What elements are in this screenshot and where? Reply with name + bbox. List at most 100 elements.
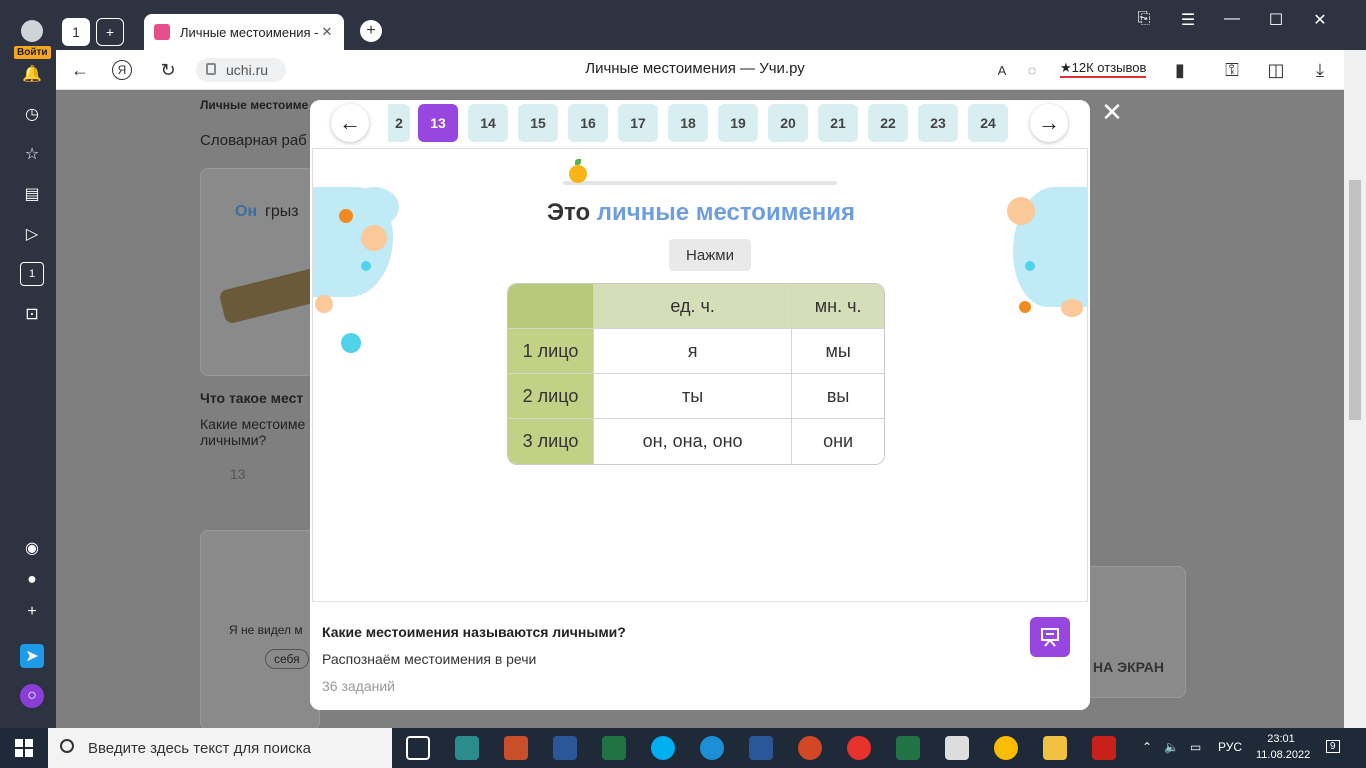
task-number[interactable]: 18 (668, 104, 708, 142)
snippet-text: Я не видел м (229, 623, 303, 637)
prev-arrow-button[interactable]: ← (331, 104, 369, 142)
task-number[interactable]: 17 (618, 104, 658, 142)
task-number[interactable]: 14 (468, 104, 508, 142)
table-cell: я (594, 329, 793, 374)
language-indicator[interactable]: РУС (1218, 740, 1242, 754)
row-header: 2 лицо (508, 374, 594, 419)
menu-icon[interactable]: ☰ (1178, 10, 1198, 30)
task-view-icon[interactable] (406, 736, 430, 760)
screen-button[interactable]: НА ЭКРАН (1093, 659, 1164, 675)
new-folder-icon[interactable]: + (96, 18, 124, 46)
url-field[interactable]: uchi.ru (196, 58, 286, 82)
task-modal: ← 2 13 14 15 16 17 18 19 20 21 22 23 24 … (310, 100, 1090, 710)
reload-icon[interactable]: ↻ (156, 58, 180, 82)
extensions-icon[interactable]: ◫ (1264, 58, 1288, 82)
new-tab-button[interactable]: + (360, 20, 382, 42)
avatar (21, 20, 43, 42)
table-cell: ты (594, 374, 793, 419)
key-icon[interactable]: ⚿ (1220, 58, 1244, 82)
powerpoint-icon[interactable] (798, 736, 822, 760)
task-number[interactable]: 19 (718, 104, 758, 142)
card-rest: грыз (265, 203, 299, 220)
login-button[interactable]: Войти (14, 20, 51, 60)
translate-icon[interactable]: A (990, 58, 1014, 82)
lesson-count: 36 заданий (322, 678, 395, 694)
task-number[interactable]: 22 (868, 104, 908, 142)
yandex-icon[interactable]: Я (112, 60, 132, 80)
counter-icon[interactable]: 1 (20, 262, 44, 286)
download-icon[interactable]: ⤓ (1308, 58, 1332, 82)
present-button[interactable] (1030, 617, 1070, 657)
windows-icon (15, 739, 33, 757)
hint-button[interactable]: Нажми (669, 239, 751, 271)
heading-plain: Это (546, 199, 591, 226)
word-chip[interactable]: себя (265, 649, 309, 669)
close-window-icon[interactable]: ✕ (1310, 10, 1330, 30)
cyan-dot (341, 333, 361, 353)
start-button[interactable] (0, 728, 48, 768)
skype-icon[interactable] (651, 736, 675, 760)
bookmark-icon[interactable]: ▮ (1168, 58, 1192, 82)
task-number[interactable]: 16 (568, 104, 608, 142)
peach-dot (361, 225, 387, 251)
taskbar-search[interactable]: Введите здесь текст для поиска (48, 728, 392, 768)
task-number[interactable]: 15 (518, 104, 558, 142)
word-icon[interactable] (553, 736, 577, 760)
messenger-icon[interactable]: ➤ (20, 644, 44, 668)
task-number[interactable]: 23 (918, 104, 958, 142)
star-icon[interactable]: ☆ (20, 142, 44, 166)
lesson-card[interactable]: Он грыз (200, 168, 324, 376)
cyan-dot (361, 261, 371, 271)
task-number[interactable]: 21 (818, 104, 858, 142)
task-number-active[interactable]: 13 (418, 104, 458, 142)
app-icon[interactable] (455, 736, 479, 760)
collections-icon[interactable]: ▤ (20, 182, 44, 206)
home-icon[interactable]: 1 (62, 18, 90, 46)
minimize-icon[interactable]: — (1222, 10, 1242, 28)
acrobat-icon[interactable] (1092, 736, 1116, 760)
notifications-icon[interactable]: 9 (1326, 740, 1340, 753)
app-icon[interactable] (504, 736, 528, 760)
next-arrow-button[interactable]: → (1030, 104, 1068, 142)
task-number[interactable]: 2 (388, 104, 410, 142)
screenshot-icon[interactable]: ⊡ (20, 302, 44, 326)
excel-icon[interactable] (896, 736, 920, 760)
chrome-icon[interactable] (994, 736, 1018, 760)
lesson-footer: Какие местоимения называются личными? Ра… (310, 604, 1090, 710)
task-heading: Это личные местоимения (313, 199, 1087, 227)
app-icon[interactable]: ● (20, 568, 44, 592)
breadcrumb: Личные местоиме (200, 98, 309, 112)
play-icon[interactable]: ▷ (20, 222, 44, 246)
maximize-icon[interactable]: ☐ (1266, 10, 1286, 30)
close-modal-icon[interactable]: ✕ (1100, 99, 1124, 125)
history-icon[interactable]: ◷ (20, 102, 44, 126)
battery-icon[interactable]: ▭ (1190, 740, 1201, 754)
back-icon[interactable]: ← (68, 58, 92, 82)
lesson-card-2[interactable]: Я не видел м себя (200, 530, 320, 728)
home-badge: 1 (72, 24, 80, 40)
word-icon[interactable] (749, 736, 773, 760)
calculator-icon[interactable] (945, 736, 969, 760)
tab-close-icon[interactable]: ✕ (320, 24, 334, 40)
task-number[interactable]: 20 (768, 104, 808, 142)
camera-app-icon[interactable]: ◉ (20, 536, 44, 560)
folder-icon[interactable] (1043, 736, 1067, 760)
scrollbar-thumb[interactable] (1349, 180, 1361, 420)
tab-active[interactable]: Личные местоимения - ✕ (144, 14, 344, 50)
excel-icon[interactable] (602, 736, 626, 760)
task-number[interactable]: 24 (968, 104, 1008, 142)
volume-icon[interactable]: 🔈 (1164, 740, 1179, 754)
bookmarks-icon[interactable]: ⎘ (1134, 10, 1154, 28)
orange-dot (1019, 301, 1031, 313)
yandex-browser-icon[interactable] (847, 736, 871, 760)
protect-icon[interactable]: ◌ (1020, 58, 1044, 82)
scrollbar[interactable] (1344, 50, 1366, 728)
add-app-icon[interactable]: + (20, 600, 44, 624)
peach-dot (1061, 299, 1083, 317)
reviews-link[interactable]: ★12К отзывов (1060, 60, 1147, 78)
clock[interactable]: 23:01 11.08.2022 (1256, 731, 1310, 763)
edge-icon[interactable] (700, 736, 724, 760)
bell-icon[interactable]: 🔔 (20, 62, 44, 86)
alice-icon[interactable]: ○ (20, 684, 44, 708)
tray-arrow-icon[interactable]: ⌃ (1142, 740, 1152, 754)
